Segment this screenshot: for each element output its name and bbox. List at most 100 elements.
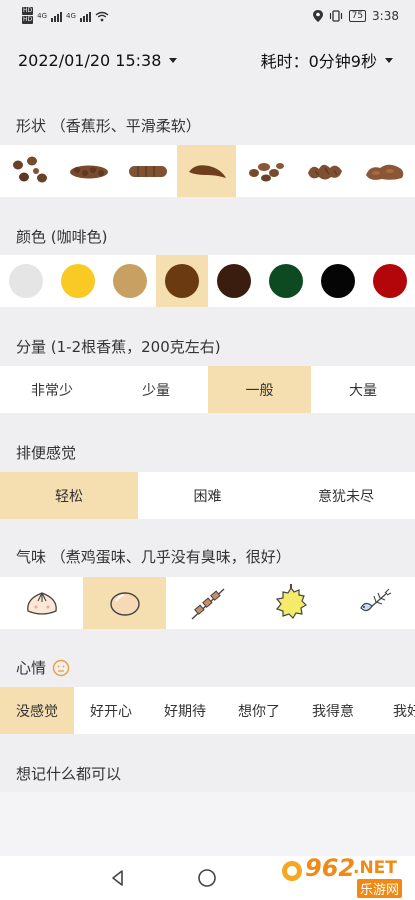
lumps-icon [12, 156, 47, 183]
color-swatch [217, 264, 251, 298]
mood-title-text: 心情 [16, 659, 47, 677]
amount-section-title: 分量 (1-2根香蕉，200克左右) [16, 338, 221, 356]
duration-dropdown-icon [385, 57, 393, 63]
color-section-title: 颜色 (咖啡色) [16, 228, 108, 246]
color-swatch [165, 264, 199, 298]
duration-picker[interactable]: 耗时：0分钟9秒 [261, 48, 393, 72]
sausage-cracked-icon [69, 165, 108, 179]
mood-option-2[interactable]: 好开心 [74, 687, 148, 734]
color-swatch [321, 264, 355, 298]
color-option-4[interactable] [156, 255, 208, 307]
skewer-icon [191, 588, 224, 620]
status-bar: HD HD 4G 4G 75 3:38 [0, 0, 415, 32]
mood-option-3[interactable]: 好期待 [148, 687, 222, 734]
amount-option-3[interactable]: 一般 [208, 366, 311, 413]
amount-option-label: 一般 [245, 382, 274, 399]
egg-icon [109, 592, 140, 616]
signal-icon-2 [79, 10, 91, 22]
amount-option-4[interactable]: 大量 [311, 366, 415, 413]
feeling-option-3[interactable]: 意犹未尽 [277, 472, 415, 519]
color-swatch [113, 264, 147, 298]
shape-section-title: 形状 （香蕉形、平滑柔软） [16, 117, 201, 135]
shape-option-1[interactable] [0, 145, 59, 197]
feeling-section-title: 排便感觉 [16, 444, 77, 462]
shape-option-5[interactable] [236, 145, 295, 197]
shape-option-2[interactable] [59, 145, 118, 197]
banana-smooth-icon [188, 165, 226, 178]
mood-option-5[interactable]: 我得意 [296, 687, 370, 734]
amount-option-label: 非常少 [31, 382, 73, 399]
mood-section-title: 心情 [16, 657, 70, 678]
color-option-6[interactable] [260, 255, 312, 307]
durian-icon [275, 584, 307, 619]
status-right: 75 3:38 [312, 9, 399, 23]
feeling-options: 轻松 困难 意犹未尽 [0, 472, 415, 519]
back-icon[interactable] [108, 868, 128, 888]
color-option-7[interactable] [312, 255, 364, 307]
shape-option-7[interactable] [354, 145, 413, 197]
clock: 3:38 [372, 9, 399, 23]
watermark-site: 乐游网 [357, 879, 403, 898]
color-swatch [9, 264, 43, 298]
site-watermark: 962 .NET 乐游网 [281, 852, 409, 898]
feeling-option-label: 困难 [193, 488, 222, 505]
color-options [0, 255, 415, 307]
shape-option-6[interactable] [295, 145, 354, 197]
amount-option-2[interactable]: 少量 [104, 366, 208, 413]
mood-option-label: 好期待 [164, 703, 206, 720]
amount-option-1[interactable]: 非常少 [0, 366, 104, 413]
location-icon [312, 10, 323, 22]
mood-option-4[interactable]: 想你了 [222, 687, 296, 734]
mood-option-label: 我好 [393, 703, 415, 720]
color-swatch [61, 264, 95, 298]
home-icon[interactable] [197, 868, 217, 888]
network-type-2: 4G [66, 12, 76, 20]
watermark-number: 962 [305, 854, 356, 882]
smell-option-5[interactable] [332, 577, 415, 629]
shape-option-4[interactable] [177, 145, 236, 197]
mood-option-1[interactable]: 没感觉 [0, 687, 74, 734]
mood-option-label: 好开心 [90, 703, 132, 720]
color-option-1[interactable] [0, 255, 52, 307]
color-option-8[interactable] [364, 255, 415, 307]
watermark-suffix: .NET [353, 858, 397, 878]
watery-icon [365, 164, 403, 180]
shape-option-3[interactable] [118, 145, 177, 197]
note-input[interactable] [0, 792, 415, 856]
amount-option-label: 少量 [142, 382, 170, 399]
color-option-3[interactable] [104, 255, 156, 307]
smell-option-2[interactable] [83, 577, 166, 629]
color-option-2[interactable] [52, 255, 104, 307]
note-section-title: 想记什么都可以 [16, 765, 122, 783]
status-left: HD HD 4G 4G [22, 7, 109, 25]
network-type-1: 4G [37, 12, 48, 20]
smell-options [0, 577, 415, 629]
date-dropdown-icon [169, 57, 178, 63]
feeling-option-2[interactable]: 困难 [138, 472, 277, 519]
mood-option-label: 我得意 [312, 703, 354, 720]
duration-value: 耗时：0分钟9秒 [260, 52, 377, 71]
mood-option-6[interactable]: 我好 [370, 687, 415, 734]
feeling-option-1[interactable]: 轻松 [0, 472, 138, 519]
amount-options: 非常少 少量 一般 大量 [0, 366, 415, 413]
fishbone-icon [359, 588, 391, 612]
smell-option-3[interactable] [166, 577, 249, 629]
record-header: 2022/01/20 15:38 耗时：0分钟9秒 [0, 44, 415, 76]
shape-options [0, 145, 415, 197]
hd-icon: HD HD [22, 7, 34, 24]
sausage-segmented-icon [128, 166, 167, 177]
color-swatch [269, 264, 303, 298]
mood-option-label: 想你了 [238, 703, 280, 720]
amount-option-label: 大量 [349, 382, 377, 399]
vibrate-icon [329, 10, 342, 22]
smell-option-4[interactable] [249, 577, 332, 629]
bun-icon [26, 592, 57, 615]
watermark-logo-icon [282, 861, 302, 881]
neutral-face-icon [52, 659, 70, 676]
feeling-option-label: 意犹未尽 [318, 488, 374, 505]
color-option-5[interactable] [208, 255, 260, 307]
date-value: 2022/01/20 15:38 [18, 50, 162, 70]
smell-option-1[interactable] [0, 577, 83, 629]
date-picker[interactable]: 2022/01/20 15:38 [18, 50, 178, 70]
signal-icon [51, 10, 63, 22]
